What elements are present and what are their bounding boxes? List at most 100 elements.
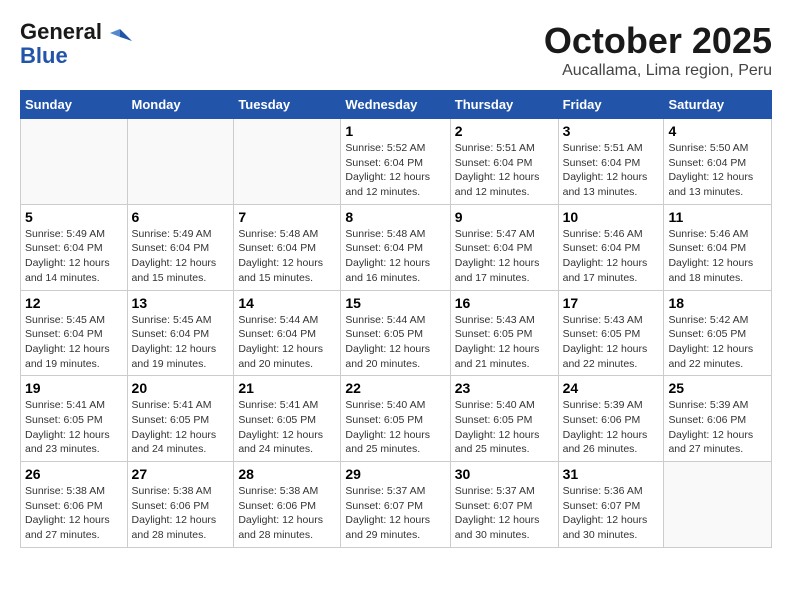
day-number: 26 [25,466,123,482]
calendar-cell: 12 Sunrise: 5:45 AM Sunset: 6:04 PM Dayli… [21,290,128,376]
calendar-cell [664,462,772,548]
weekday-header: Sunday [21,91,128,119]
calendar-cell: 19 Sunrise: 5:41 AM Sunset: 6:05 PM Dayli… [21,376,128,462]
calendar-cell: 8 Sunrise: 5:48 AM Sunset: 6:04 PM Daylig… [341,204,450,290]
calendar-cell [21,119,128,205]
day-info: Sunrise: 5:44 AM Sunset: 6:04 PM Dayligh… [238,313,336,372]
calendar-cell: 11Sunrise: 5:46 AM Sunset: 6:04 PM Dayli… [664,204,772,290]
day-info: Sunrise: 5:49 AM Sunset: 6:04 PM Dayligh… [25,227,123,286]
day-info: Sunrise: 5:43 AM Sunset: 6:05 PM Dayligh… [455,313,554,372]
calendar-header-row: SundayMondayTuesdayWednesdayThursdayFrid… [21,91,772,119]
calendar-cell: 7Sunrise: 5:48 AM Sunset: 6:04 PM Daylig… [234,204,341,290]
day-number: 22 [345,380,445,396]
day-info: Sunrise: 5:43 AM Sunset: 6:05 PM Dayligh… [563,313,660,372]
day-info: Sunrise: 5:40 AM Sunset: 6:05 PM Dayligh… [345,398,445,457]
day-info: Sunrise: 5:50 AM Sunset: 6:04 PM Dayligh… [668,141,767,200]
calendar-week-row: 19 Sunrise: 5:41 AM Sunset: 6:05 PM Dayli… [21,376,772,462]
day-number: 20 [132,380,230,396]
day-number: 16 [455,295,554,311]
calendar-cell: 20 Sunrise: 5:41 AM Sunset: 6:05 PM Dayli… [127,376,234,462]
calendar-cell: 5 Sunrise: 5:49 AM Sunset: 6:04 PM Daylig… [21,204,128,290]
calendar-cell: 9Sunrise: 5:47 AM Sunset: 6:04 PM Daylig… [450,204,558,290]
calendar-cell: 18 Sunrise: 5:42 AM Sunset: 6:05 PM Dayli… [664,290,772,376]
day-number: 21 [238,380,336,396]
calendar-cell: 10Sunrise: 5:46 AM Sunset: 6:04 PM Dayli… [558,204,664,290]
day-info: Sunrise: 5:39 AM Sunset: 6:06 PM Dayligh… [563,398,660,457]
calendar-cell: 4 Sunrise: 5:50 AM Sunset: 6:04 PM Daylig… [664,119,772,205]
day-info: Sunrise: 5:47 AM Sunset: 6:04 PM Dayligh… [455,227,554,286]
weekday-header: Thursday [450,91,558,119]
day-number: 25 [668,380,767,396]
calendar-cell: 25 Sunrise: 5:39 AM Sunset: 6:06 PM Dayli… [664,376,772,462]
calendar-cell: 15Sunrise: 5:44 AM Sunset: 6:05 PM Dayli… [341,290,450,376]
day-number: 23 [455,380,554,396]
day-number: 12 [25,295,123,311]
day-number: 19 [25,380,123,396]
calendar-cell: 17 Sunrise: 5:43 AM Sunset: 6:05 PM Dayli… [558,290,664,376]
month-title: October 2025 [544,20,772,62]
calendar-cell: 16 Sunrise: 5:43 AM Sunset: 6:05 PM Dayli… [450,290,558,376]
calendar-cell: 31Sunrise: 5:36 AM Sunset: 6:07 PM Dayli… [558,462,664,548]
day-info: Sunrise: 5:39 AM Sunset: 6:06 PM Dayligh… [668,398,767,457]
calendar-week-row: 1 Sunrise: 5:52 AM Sunset: 6:04 PM Daylig… [21,119,772,205]
title-section: October 2025 Aucallama, Lima region, Per… [544,20,772,80]
day-info: Sunrise: 5:48 AM Sunset: 6:04 PM Dayligh… [345,227,445,286]
day-info: Sunrise: 5:41 AM Sunset: 6:05 PM Dayligh… [132,398,230,457]
day-info: Sunrise: 5:51 AM Sunset: 6:04 PM Dayligh… [563,141,660,200]
day-info: Sunrise: 5:42 AM Sunset: 6:05 PM Dayligh… [668,313,767,372]
calendar-cell [127,119,234,205]
logo-icon [106,27,134,55]
location-subtitle: Aucallama, Lima region, Peru [544,62,772,80]
day-number: 5 [25,209,123,225]
calendar-cell: 30Sunrise: 5:37 AM Sunset: 6:07 PM Dayli… [450,462,558,548]
day-info: Sunrise: 5:38 AM Sunset: 6:06 PM Dayligh… [25,484,123,543]
day-number: 27 [132,466,230,482]
calendar-week-row: 12 Sunrise: 5:45 AM Sunset: 6:04 PM Dayli… [21,290,772,376]
day-number: 13 [132,295,230,311]
day-number: 28 [238,466,336,482]
day-info: Sunrise: 5:45 AM Sunset: 6:04 PM Dayligh… [132,313,230,372]
calendar-cell: 27 Sunrise: 5:38 AM Sunset: 6:06 PM Dayli… [127,462,234,548]
day-number: 4 [668,123,767,139]
day-info: Sunrise: 5:41 AM Sunset: 6:05 PM Dayligh… [25,398,123,457]
calendar-cell: 29 Sunrise: 5:37 AM Sunset: 6:07 PM Dayli… [341,462,450,548]
day-info: Sunrise: 5:51 AM Sunset: 6:04 PM Dayligh… [455,141,554,200]
calendar-cell: 14 Sunrise: 5:44 AM Sunset: 6:04 PM Dayli… [234,290,341,376]
calendar-week-row: 5 Sunrise: 5:49 AM Sunset: 6:04 PM Daylig… [21,204,772,290]
calendar-cell: 6Sunrise: 5:49 AM Sunset: 6:04 PM Daylig… [127,204,234,290]
day-number: 3 [563,123,660,139]
weekday-header: Saturday [664,91,772,119]
calendar-cell: 24 Sunrise: 5:39 AM Sunset: 6:06 PM Dayli… [558,376,664,462]
day-number: 17 [563,295,660,311]
calendar-cell: 1 Sunrise: 5:52 AM Sunset: 6:04 PM Daylig… [341,119,450,205]
calendar-cell: 22 Sunrise: 5:40 AM Sunset: 6:05 PM Dayli… [341,376,450,462]
day-number: 31 [563,466,660,482]
calendar-cell: 26 Sunrise: 5:38 AM Sunset: 6:06 PM Dayli… [21,462,128,548]
day-number: 1 [345,123,445,139]
day-number: 24 [563,380,660,396]
weekday-header: Tuesday [234,91,341,119]
day-number: 18 [668,295,767,311]
day-number: 7 [238,209,336,225]
weekday-header: Friday [558,91,664,119]
calendar-cell: 28 Sunrise: 5:38 AM Sunset: 6:06 PM Dayli… [234,462,341,548]
day-info: Sunrise: 5:37 AM Sunset: 6:07 PM Dayligh… [345,484,445,543]
page-header: GeneralBlue October 2025 Aucallama, Lima… [20,20,772,80]
logo-text: GeneralBlue [20,20,102,68]
day-number: 6 [132,209,230,225]
calendar-cell: 2Sunrise: 5:51 AM Sunset: 6:04 PM Daylig… [450,119,558,205]
calendar-table: SundayMondayTuesdayWednesdayThursdayFrid… [20,90,772,548]
calendar-cell [234,119,341,205]
calendar-body: 1 Sunrise: 5:52 AM Sunset: 6:04 PM Daylig… [21,119,772,548]
day-number: 15 [345,295,445,311]
day-info: Sunrise: 5:38 AM Sunset: 6:06 PM Dayligh… [238,484,336,543]
day-number: 29 [345,466,445,482]
day-number: 14 [238,295,336,311]
day-info: Sunrise: 5:45 AM Sunset: 6:04 PM Dayligh… [25,313,123,372]
calendar-cell: 23Sunrise: 5:40 AM Sunset: 6:05 PM Dayli… [450,376,558,462]
day-number: 8 [345,209,445,225]
day-number: 11 [668,209,767,225]
day-info: Sunrise: 5:52 AM Sunset: 6:04 PM Dayligh… [345,141,445,200]
day-info: Sunrise: 5:38 AM Sunset: 6:06 PM Dayligh… [132,484,230,543]
day-info: Sunrise: 5:46 AM Sunset: 6:04 PM Dayligh… [563,227,660,286]
